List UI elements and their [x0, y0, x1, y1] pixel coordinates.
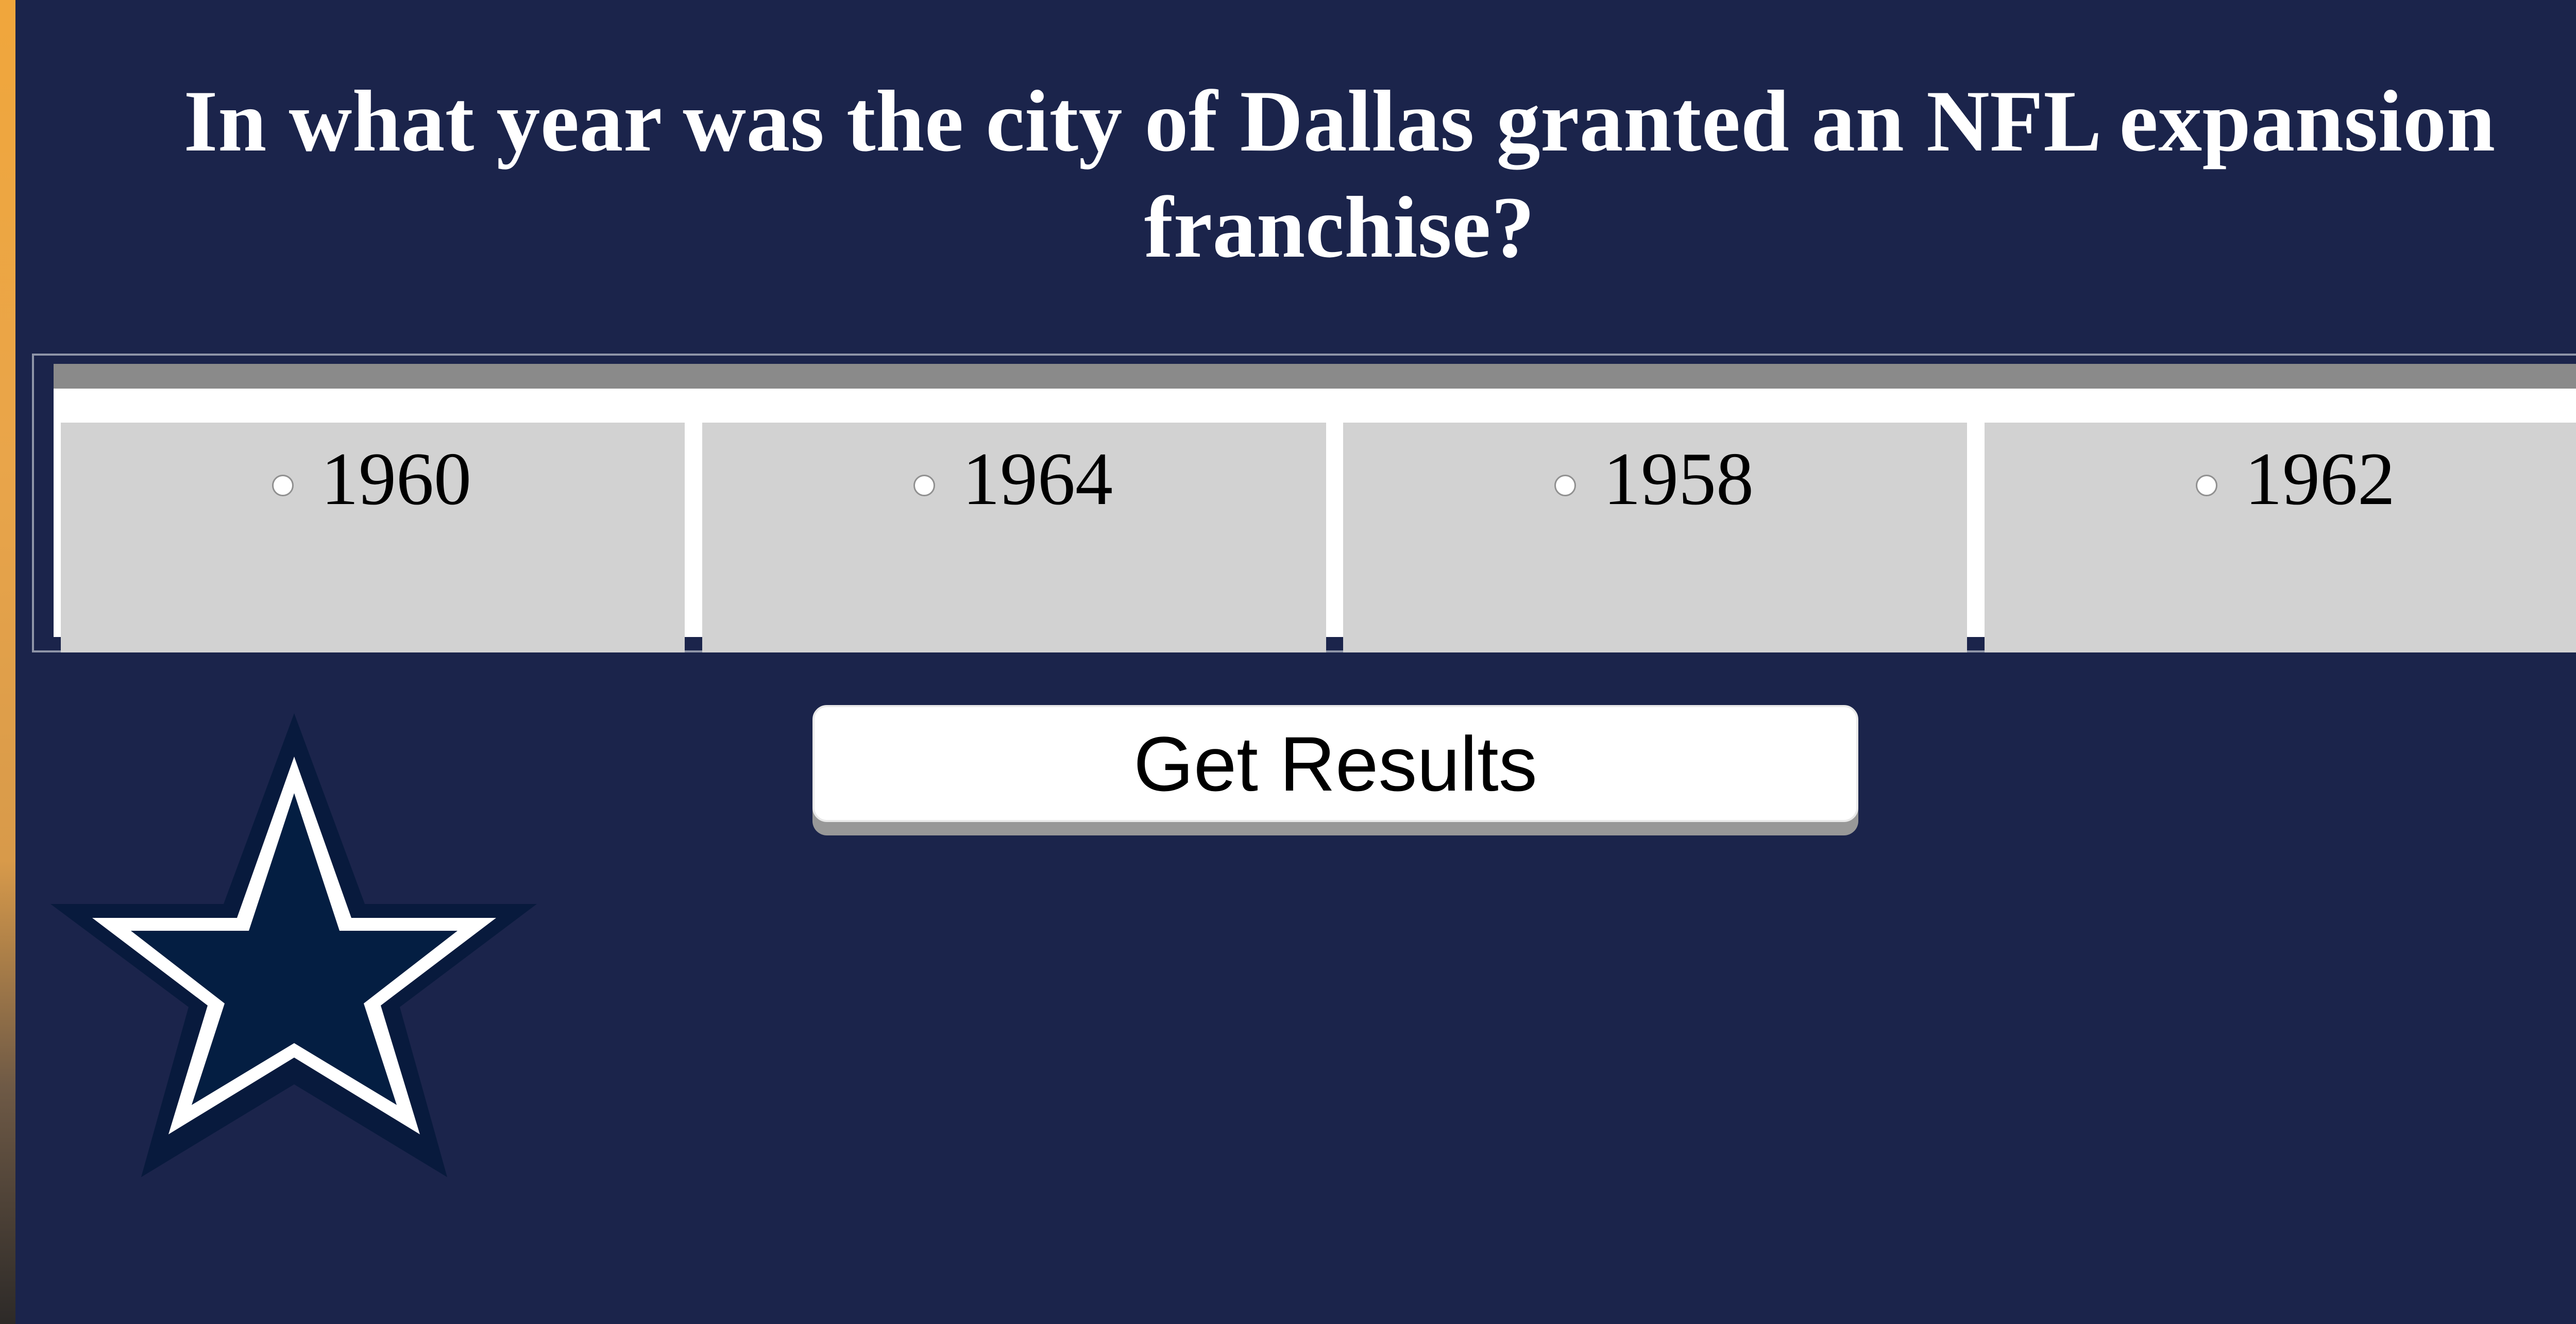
- answer-option-1964[interactable]: 1964: [702, 423, 1326, 652]
- get-results-button[interactable]: Get Results: [812, 705, 1858, 822]
- radio-button[interactable]: [272, 475, 294, 496]
- answer-option-1960[interactable]: 1960: [61, 423, 685, 652]
- answer-label: 1958: [1603, 437, 1754, 521]
- radio-button[interactable]: [913, 475, 935, 496]
- radio-button[interactable]: [1554, 475, 1576, 496]
- background-edge: [0, 0, 15, 1324]
- answer-table: 1960 1964 1958 1962: [54, 364, 2576, 652]
- star-icon: [50, 713, 537, 1177]
- answer-label: 1962: [2245, 437, 2395, 521]
- question-text: In what year was the city of Dallas gran…: [183, 73, 2496, 276]
- answer-option-1958[interactable]: 1958: [1343, 423, 1967, 652]
- radio-button[interactable]: [2196, 475, 2217, 496]
- answer-label: 1960: [321, 437, 471, 521]
- answer-label: 1964: [962, 437, 1113, 521]
- answer-option-1962[interactable]: 1962: [1985, 423, 2576, 652]
